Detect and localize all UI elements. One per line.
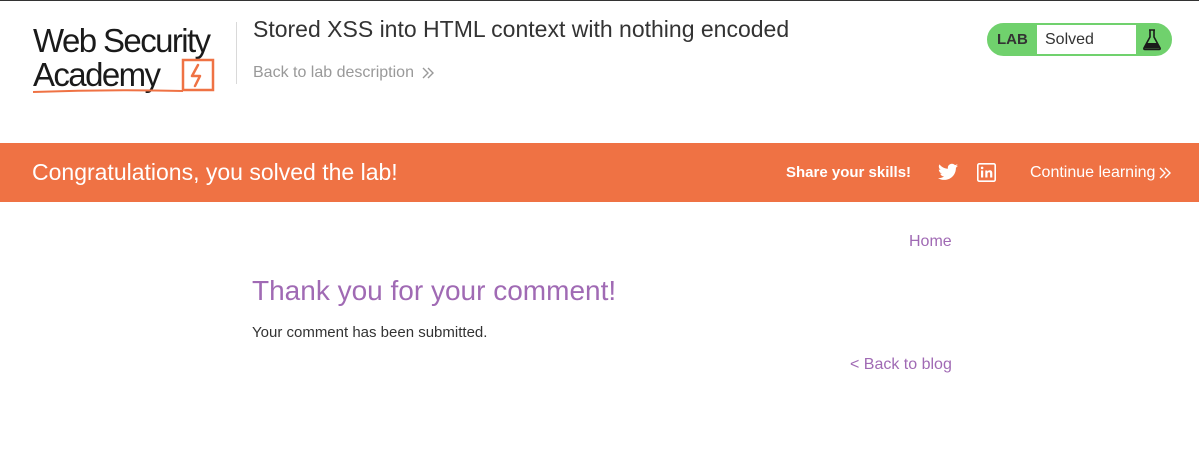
flask-icon <box>1143 29 1161 51</box>
home-link[interactable]: Home <box>909 233 952 251</box>
lab-status-widget: LAB Solved <box>987 23 1172 56</box>
back-to-lab-description-label: Back to lab description <box>253 64 414 81</box>
lab-status-tag: LAB <box>997 31 1028 48</box>
share-skills-label: Share your skills! <box>786 164 912 181</box>
double-chevron-right-icon <box>422 67 434 79</box>
lab-status-text: Solved <box>1045 31 1094 48</box>
banner-message: Congratulations, you solved the lab! <box>32 159 398 185</box>
confirmation-message: Your comment has been submitted. <box>252 324 488 341</box>
continue-learning-link[interactable]: Continue learning <box>1030 143 1172 202</box>
lab-header: Web Security Academy Stored XSS into HTM… <box>0 0 1199 143</box>
continue-learning-label: Continue learning <box>1030 164 1156 181</box>
logo-text-line1: Web Security <box>33 22 211 59</box>
back-to-lab-description-link[interactable]: Back to lab description <box>253 64 434 82</box>
logo-text-line2: Academy <box>33 56 161 93</box>
logo-bolt-icon <box>181 58 215 92</box>
header-divider <box>236 22 237 84</box>
congratulations-banner: Congratulations, you solved the lab! Sha… <box>0 143 1199 202</box>
lab-status-box: Solved <box>1037 25 1136 54</box>
twitter-icon <box>938 163 958 180</box>
double-chevron-right-icon <box>1159 167 1172 178</box>
lab-title: Stored XSS into HTML context with nothin… <box>253 16 790 42</box>
linkedin-icon <box>977 163 996 182</box>
back-to-blog-link[interactable]: < Back to blog <box>850 356 952 374</box>
page-heading: Thank you for your comment! <box>252 275 617 306</box>
web-security-academy-logo[interactable]: Web Security Academy <box>33 22 233 96</box>
logo-underline <box>33 89 183 93</box>
